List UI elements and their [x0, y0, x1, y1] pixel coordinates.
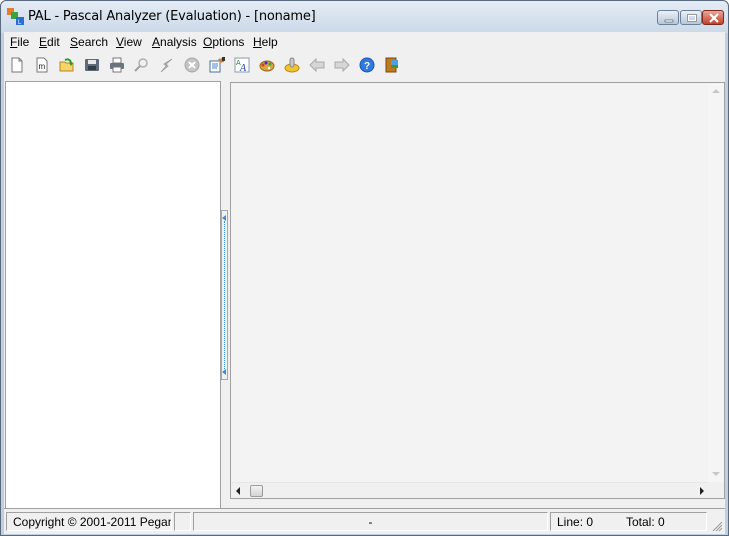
maximize-button[interactable]	[680, 10, 702, 25]
svg-text:A: A	[239, 63, 247, 73]
open-folder-icon	[59, 58, 74, 72]
menu-accel: E	[39, 35, 48, 49]
font-icon: AA	[234, 57, 250, 73]
status-position: Line: 0 Total: 0	[550, 512, 707, 531]
save-button[interactable]	[82, 55, 102, 75]
status-copyright: Copyright © 2001-2011 Peganza	[6, 512, 172, 531]
menu-accel: A	[152, 35, 161, 49]
colors-button[interactable]	[257, 55, 277, 75]
palette-icon	[259, 60, 275, 72]
horizontal-scrollbar[interactable]	[231, 482, 709, 498]
app-logo-icon: L	[7, 8, 24, 25]
print-button[interactable]	[107, 55, 127, 75]
menu-label: ptions	[212, 35, 245, 49]
toolbar: m A A ?	[4, 53, 725, 77]
client-area: File Edit Search View Analysis Options H…	[4, 32, 725, 534]
menu-label: dit	[47, 35, 60, 49]
scroll-right-icon[interactable]	[700, 487, 704, 495]
settings-button[interactable]	[282, 55, 302, 75]
status-panel-2	[174, 512, 191, 531]
scroll-thumb[interactable]	[250, 485, 263, 497]
new-document-icon	[11, 57, 23, 73]
window-title: PAL - Pascal Analyzer (Evaluation) - [no…	[28, 9, 316, 24]
scroll-corner	[708, 482, 724, 498]
exit-button[interactable]	[382, 55, 402, 75]
divider	[4, 508, 725, 509]
menu-label: earch	[78, 35, 109, 49]
tree-panel[interactable]	[5, 81, 221, 509]
font-button[interactable]: AA	[232, 55, 252, 75]
menu-file[interactable]: File	[10, 35, 29, 49]
menu-search[interactable]: Search	[70, 35, 108, 49]
svg-text:m: m	[39, 62, 46, 71]
app-window: L PAL - Pascal Analyzer (Evaluation) - […	[0, 0, 729, 536]
menu-accel: O	[203, 35, 213, 49]
menu-options[interactable]: Options	[203, 35, 244, 49]
scroll-down-icon[interactable]	[712, 472, 720, 476]
menu-label: elp	[261, 35, 278, 49]
resize-grip-icon[interactable]	[711, 520, 723, 532]
properties-button[interactable]	[207, 55, 227, 75]
find-button[interactable]	[132, 55, 152, 75]
menu-bar: File Edit Search View Analysis Options H…	[4, 32, 725, 52]
menu-label: ile	[17, 35, 30, 49]
scroll-left-icon[interactable]	[236, 487, 240, 495]
menu-accel: S	[70, 35, 79, 49]
menu-accel: V	[116, 35, 124, 49]
run-analysis-icon	[160, 58, 173, 73]
menu-view[interactable]: View	[116, 35, 142, 49]
maximize-icon	[687, 14, 697, 22]
help-icon: ?	[359, 57, 375, 73]
menu-help[interactable]: Help	[253, 35, 278, 49]
menu-edit[interactable]: Edit	[39, 35, 60, 49]
mouse-icon	[284, 57, 300, 73]
exit-door-icon	[385, 57, 398, 73]
find-magnifier-icon	[134, 58, 148, 72]
minimize-button[interactable]	[657, 10, 679, 25]
vertical-scrollbar[interactable]	[708, 83, 724, 482]
open-button[interactable]	[57, 55, 77, 75]
back-arrow-icon	[309, 57, 325, 73]
collapse-left-arrow-icon[interactable]	[222, 369, 226, 375]
new-button[interactable]	[7, 55, 27, 75]
help-button[interactable]: ?	[357, 55, 377, 75]
forward-arrow-icon	[334, 57, 350, 73]
close-button[interactable]	[702, 10, 724, 25]
print-icon	[110, 57, 124, 73]
menu-label: nalysis	[160, 35, 197, 49]
close-icon	[709, 13, 719, 23]
properties-icon	[209, 57, 225, 73]
status-total: Total: 0	[626, 515, 665, 529]
module-document-icon: m	[36, 57, 48, 73]
status-bar: Copyright © 2001-2011 Peganza - Line: 0 …	[4, 510, 725, 534]
save-disk-icon	[85, 59, 99, 71]
stop-icon	[184, 57, 200, 73]
menu-label: iew	[123, 35, 142, 49]
status-message: -	[193, 512, 548, 531]
back-button[interactable]	[307, 55, 327, 75]
title-bar[interactable]: L PAL - Pascal Analyzer (Evaluation) - […	[1, 1, 728, 33]
panel-splitter[interactable]	[221, 210, 228, 380]
report-panel[interactable]	[230, 82, 725, 499]
run-analysis-button[interactable]	[157, 55, 177, 75]
minimize-icon	[664, 19, 674, 23]
status-line: Line: 0	[557, 515, 594, 529]
svg-text:?: ?	[364, 61, 370, 72]
menu-analysis[interactable]: Analysis	[152, 35, 197, 49]
scroll-up-icon[interactable]	[712, 89, 720, 93]
menu-accel: H	[253, 35, 262, 49]
module-button[interactable]: m	[32, 55, 52, 75]
splitter-grip	[224, 221, 225, 369]
forward-button[interactable]	[332, 55, 352, 75]
stop-button[interactable]	[182, 55, 202, 75]
